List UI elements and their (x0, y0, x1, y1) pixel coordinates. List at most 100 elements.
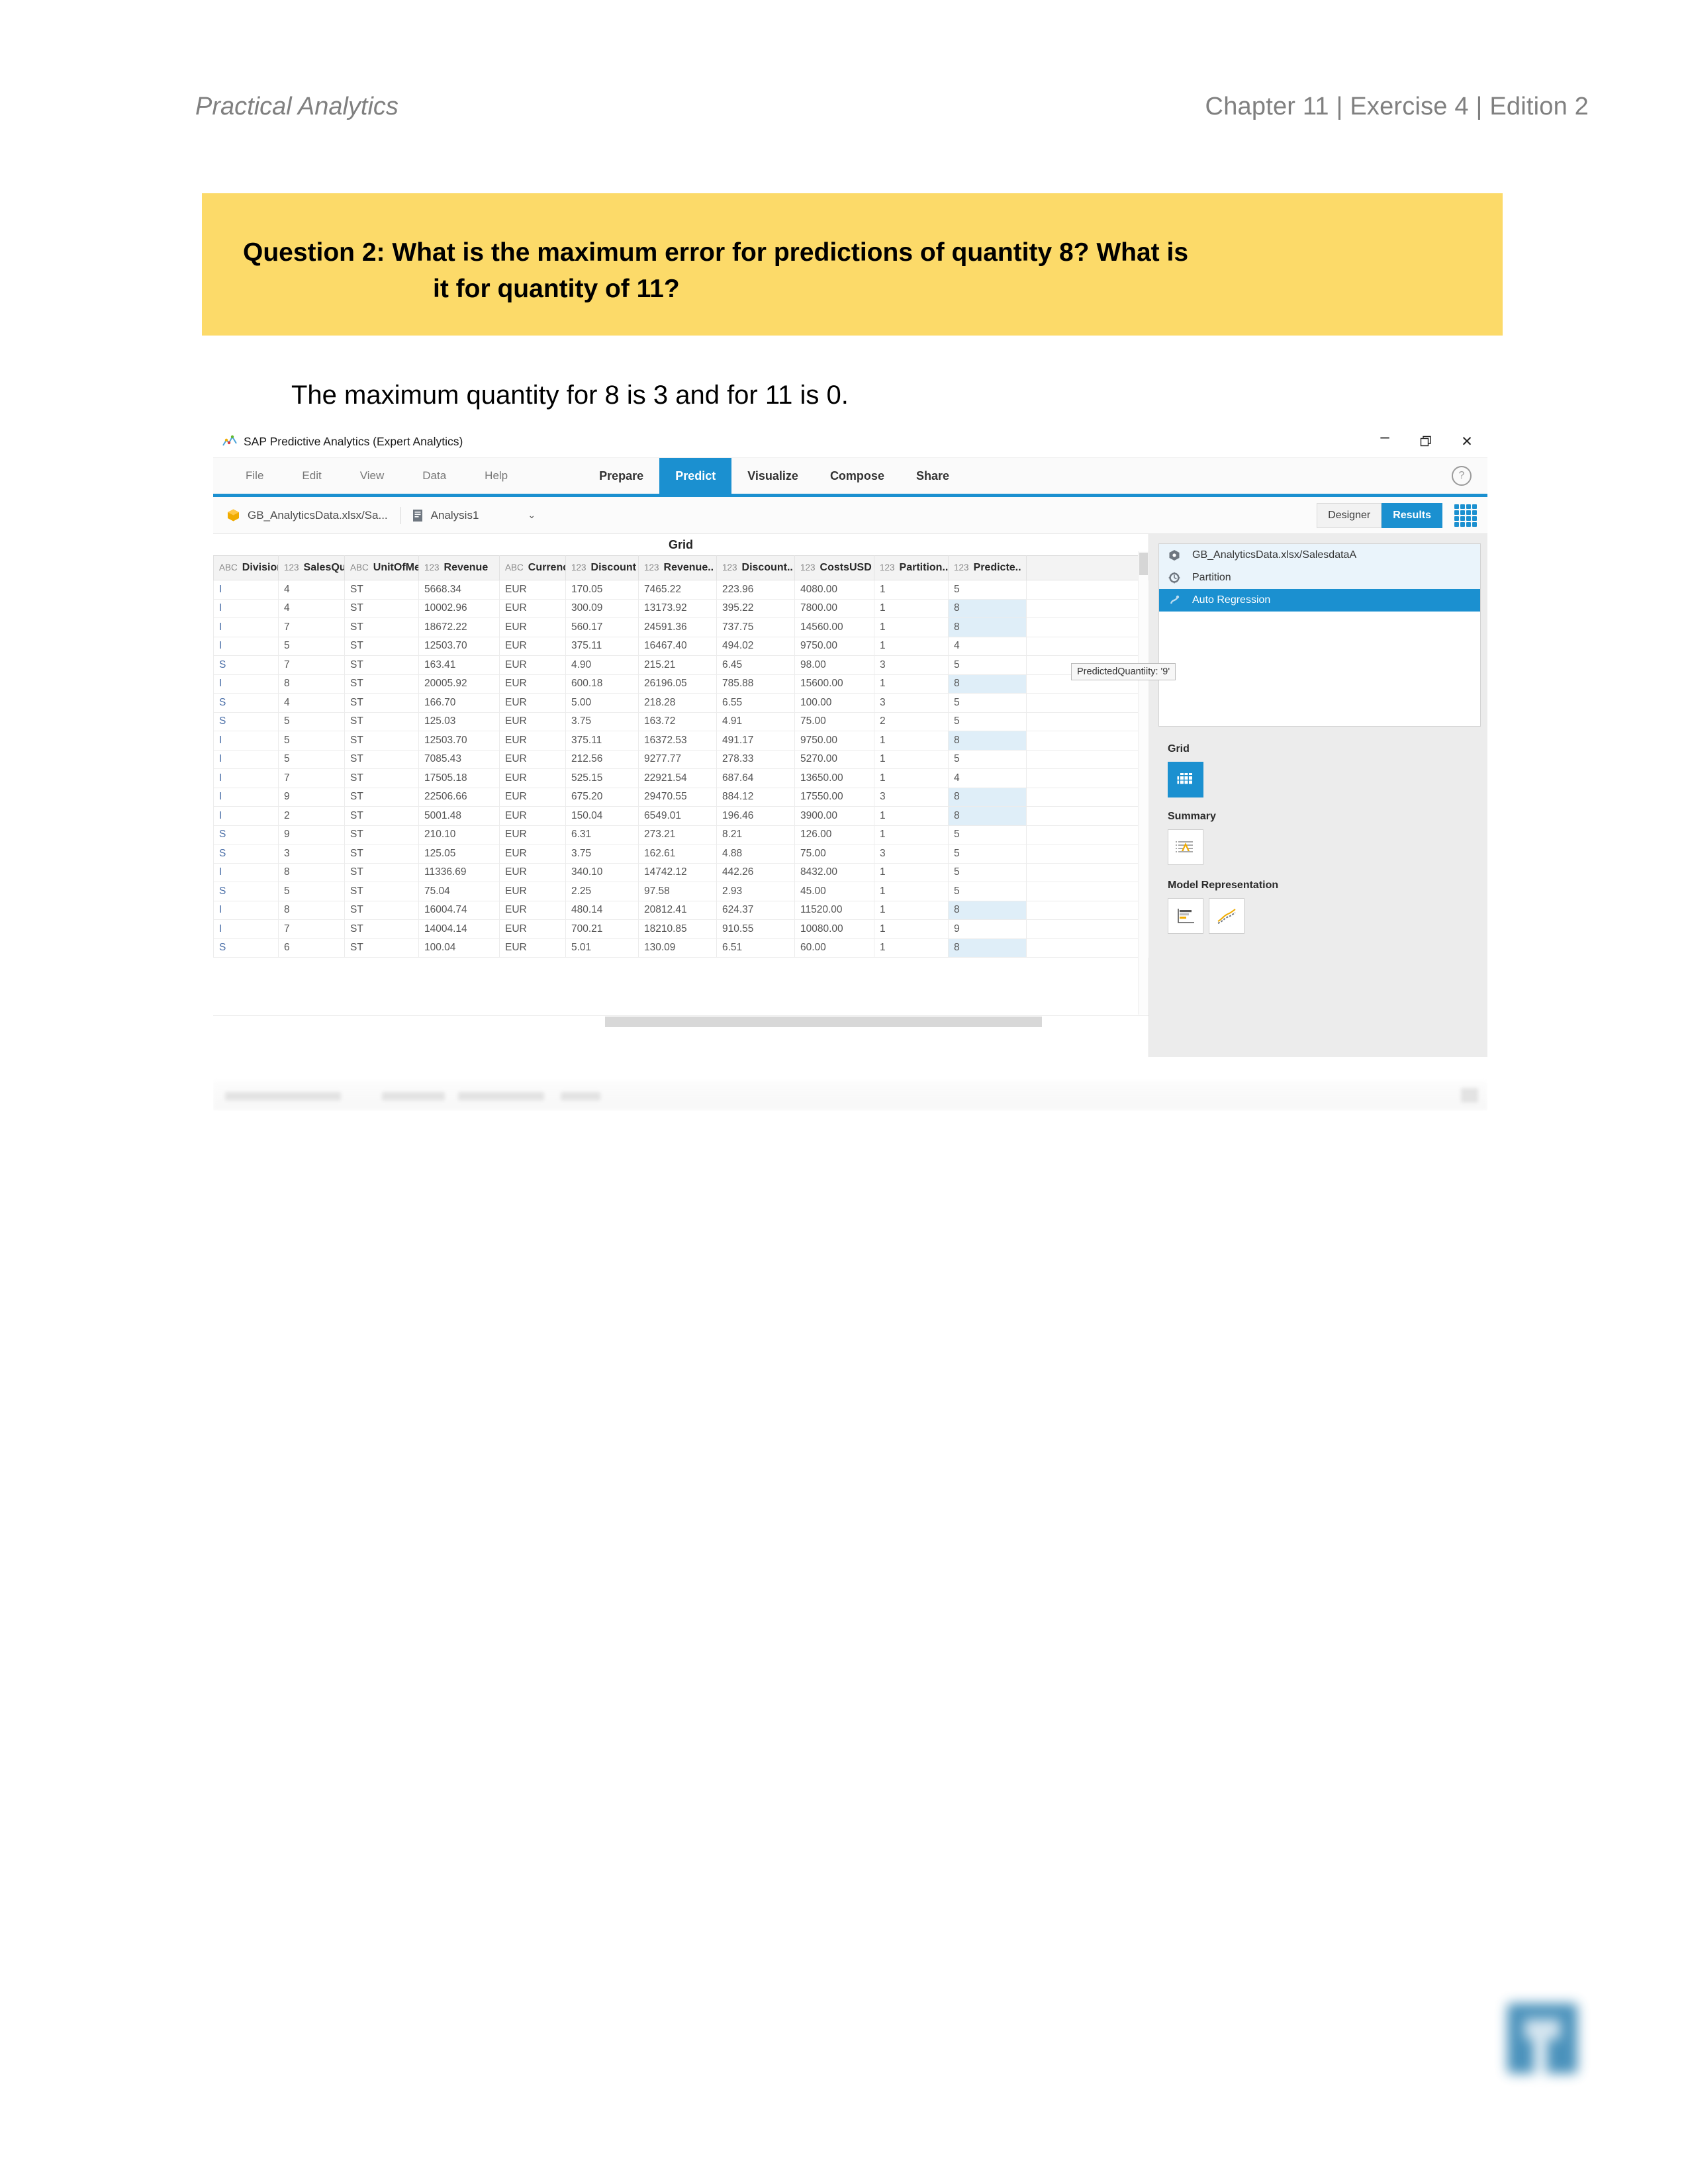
cell[interactable]: ST (344, 806, 419, 826)
cell[interactable]: 215.21 (638, 655, 717, 675)
results-button[interactable]: Results (1382, 502, 1442, 528)
cell[interactable]: ST (344, 844, 419, 864)
cell[interactable]: 24591.36 (638, 617, 717, 637)
trend-tile-icon[interactable] (1209, 898, 1244, 934)
tab-visualize[interactable]: Visualize (731, 458, 814, 494)
cell[interactable]: 1 (874, 825, 949, 844)
cell[interactable]: 26196.05 (638, 674, 717, 694)
cell-predicted-quantity[interactable]: 5 (948, 711, 1027, 731)
pipeline-item-partition[interactable]: Partition (1159, 567, 1480, 589)
cell[interactable]: 4080.00 (794, 580, 874, 600)
designer-button[interactable]: Designer (1317, 502, 1382, 528)
cell[interactable]: 737.75 (716, 617, 795, 637)
menu-item-view[interactable]: View (341, 469, 404, 482)
cell[interactable]: 1 (874, 749, 949, 769)
col-discount[interactable]: 123 Discount (565, 555, 639, 580)
cell[interactable]: 1 (874, 617, 949, 637)
cell[interactable]: 4 (278, 693, 345, 713)
cell[interactable]: 75.00 (794, 711, 874, 731)
table-row[interactable]: I 5 ST 7085.43 EUR 212.56 9277.77 278.33 5270.00… (213, 749, 1149, 769)
cell[interactable]: 4 (278, 580, 345, 600)
cell[interactable]: 10080.00 (794, 919, 874, 939)
cell[interactable]: 3.75 (565, 711, 639, 731)
cell[interactable]: EUR (499, 674, 566, 694)
table-row[interactable]: S 7 ST 163.41 EUR 4.90 215.21 6.45 98.00 3 5 (213, 655, 1149, 675)
menu-item-data[interactable]: Data (403, 469, 465, 482)
cell[interactable]: 7 (278, 617, 345, 637)
cell[interactable]: 1 (874, 862, 949, 882)
col-predictedquantity[interactable]: 123 Predicte.. (948, 555, 1027, 580)
menu-item-edit[interactable]: Edit (283, 469, 340, 482)
cell[interactable]: 3 (874, 693, 949, 713)
cell[interactable]: 12503.70 (418, 636, 500, 656)
cell[interactable]: 3.75 (565, 844, 639, 864)
cell[interactable]: 7800.00 (794, 598, 874, 618)
cell[interactable]: 4.88 (716, 844, 795, 864)
grid-tile-icon[interactable] (1168, 762, 1203, 797)
col-revenueusd[interactable]: 123 Revenue.. (638, 555, 717, 580)
cell[interactable]: 16467.40 (638, 636, 717, 656)
cell[interactable]: ST (344, 900, 419, 920)
table-row[interactable]: I 7 ST 18672.22 EUR 560.17 24591.36 737.75 14560… (213, 617, 1149, 637)
cell[interactable]: 5 (278, 749, 345, 769)
table-row[interactable]: I 8 ST 16004.74 EUR 480.14 20812.41 624.37 11520… (213, 900, 1149, 920)
cell[interactable]: 212.56 (565, 749, 639, 769)
cell[interactable]: 100.04 (418, 938, 500, 958)
cell[interactable]: ST (344, 787, 419, 807)
dataset-name[interactable]: GB_AnalyticsData.xlsx/Sa... (248, 509, 388, 522)
cell-predicted-quantity[interactable]: 4 (948, 768, 1027, 788)
cell[interactable]: EUR (499, 919, 566, 939)
cell[interactable]: 1 (874, 598, 949, 618)
cell[interactable]: ST (344, 749, 419, 769)
cell[interactable]: 5 (278, 636, 345, 656)
cell[interactable]: EUR (499, 636, 566, 656)
cell[interactable]: 5 (278, 882, 345, 901)
minimize-button[interactable]: – (1364, 426, 1405, 461)
col-salesqty[interactable]: 123 SalesQu.. (278, 555, 345, 580)
pipeline-item-auto-regression[interactable]: Auto Regression (1159, 589, 1480, 612)
cell[interactable]: ST (344, 862, 419, 882)
cell[interactable]: 7465.22 (638, 580, 717, 600)
col-discountusd[interactable]: 123 Discount.. (716, 555, 795, 580)
cell[interactable]: 525.15 (565, 768, 639, 788)
cell-division[interactable]: I (213, 617, 279, 637)
analysis-name[interactable]: Analysis1 (431, 509, 479, 522)
cell-predicted-quantity[interactable]: 5 (948, 825, 1027, 844)
cell[interactable]: 785.88 (716, 674, 795, 694)
cell-division[interactable]: S (213, 938, 279, 958)
cell-division[interactable]: I (213, 731, 279, 751)
cell[interactable]: 17505.18 (418, 768, 500, 788)
cell[interactable]: 675.20 (565, 787, 639, 807)
cell[interactable]: 1 (874, 900, 949, 920)
cell[interactable]: 1 (874, 919, 949, 939)
cell-predicted-quantity[interactable]: 5 (948, 655, 1027, 675)
cell[interactable]: 884.12 (716, 787, 795, 807)
cell-division[interactable]: S (213, 693, 279, 713)
cell[interactable]: 163.41 (418, 655, 500, 675)
cell[interactable]: ST (344, 825, 419, 844)
cell-division[interactable]: I (213, 768, 279, 788)
cell[interactable]: 100.00 (794, 693, 874, 713)
cell[interactable]: 2.25 (565, 882, 639, 901)
cell[interactable]: 22506.66 (418, 787, 500, 807)
table-row[interactable]: S 9 ST 210.10 EUR 6.31 273.21 8.21 126.00 1 5 (213, 825, 1149, 844)
cell[interactable]: 5 (278, 711, 345, 731)
grid-horizontal-scroll-thumb[interactable] (605, 1017, 1042, 1027)
cell[interactable]: ST (344, 580, 419, 600)
cell[interactable]: 162.61 (638, 844, 717, 864)
table-row[interactable]: I 4 ST 10002.96 EUR 300.09 13173.92 395.22 7800.… (213, 598, 1149, 618)
cell[interactable]: 442.26 (716, 862, 795, 882)
col-unitofmeasure[interactable]: ABC UnitOfMe.. (344, 555, 419, 580)
cell[interactable]: 4.91 (716, 711, 795, 731)
cell[interactable]: 4.90 (565, 655, 639, 675)
cell[interactable]: 687.64 (716, 768, 795, 788)
cell[interactable]: 300.09 (565, 598, 639, 618)
cell[interactable]: ST (344, 693, 419, 713)
cell-predicted-quantity[interactable]: 8 (948, 806, 1027, 826)
cell[interactable]: 10002.96 (418, 598, 500, 618)
cell[interactable]: 1 (874, 938, 949, 958)
cell-predicted-quantity[interactable]: 8 (948, 900, 1027, 920)
cell[interactable]: 14742.12 (638, 862, 717, 882)
cell[interactable]: 130.09 (638, 938, 717, 958)
cell[interactable]: EUR (499, 617, 566, 637)
